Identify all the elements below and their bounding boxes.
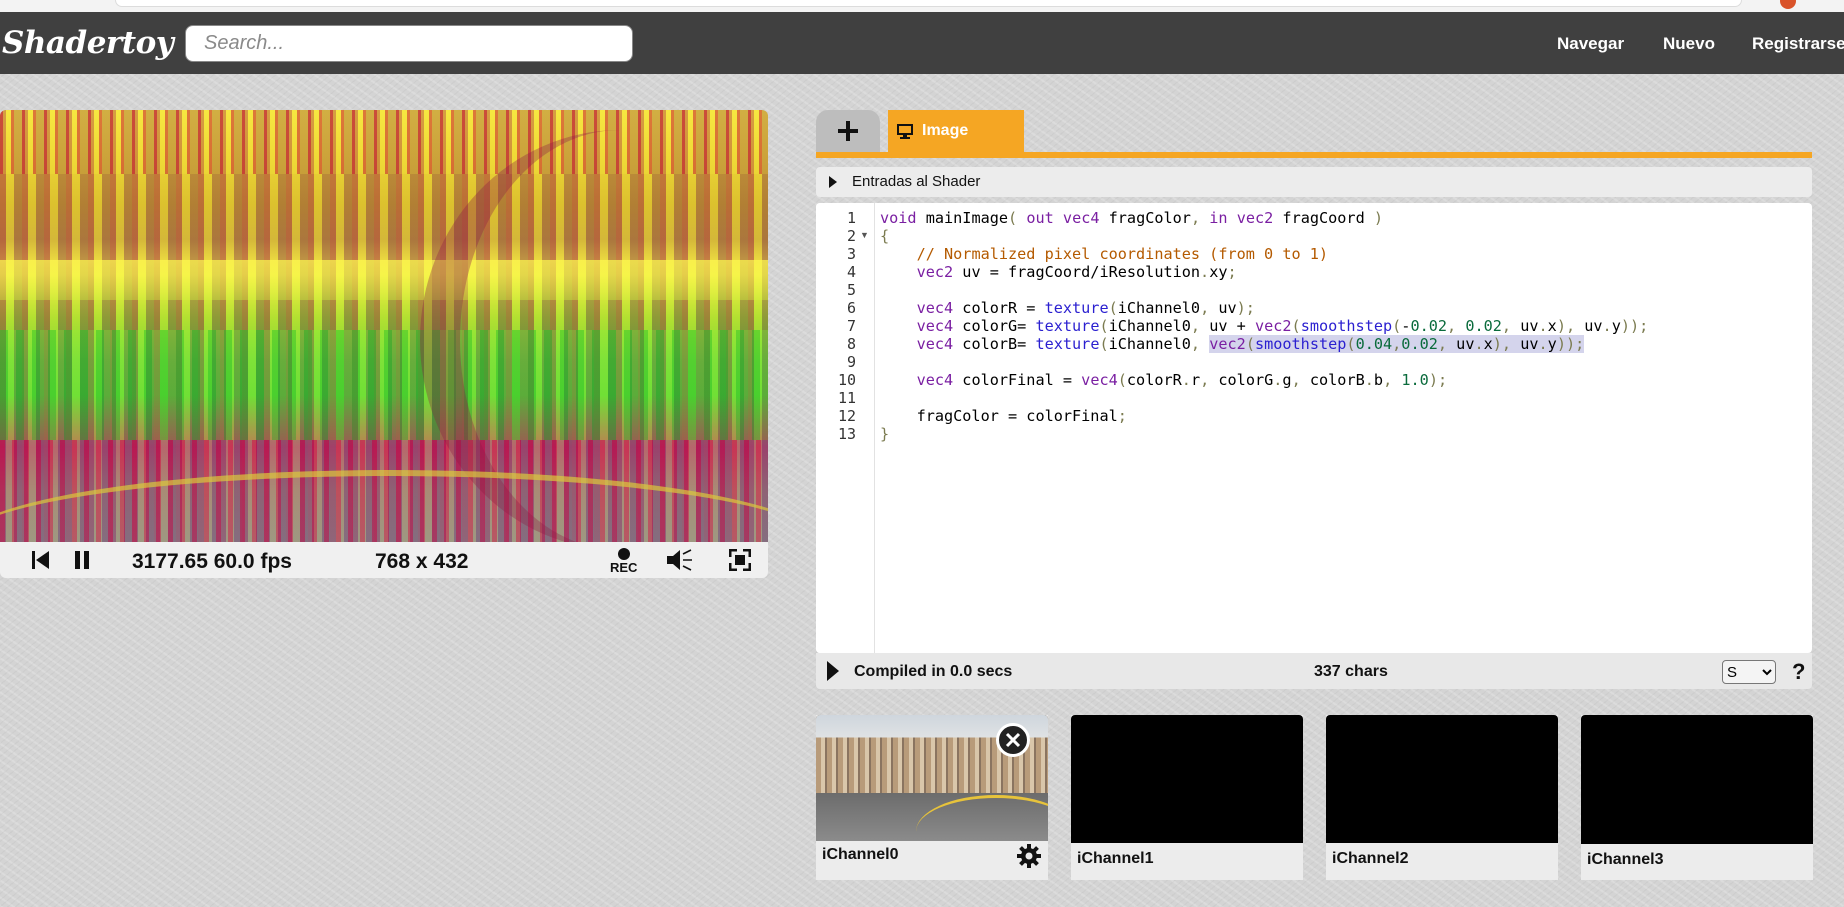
- record-icon: [617, 547, 630, 560]
- ichannel2-slot[interactable]: iChannel2: [1326, 715, 1558, 880]
- nav-nuevo[interactable]: Nuevo: [1663, 34, 1715, 54]
- player-controls: 3177.65 60.0 fps 768 x 432 REC: [0, 542, 768, 578]
- rewind-icon[interactable]: [32, 542, 50, 578]
- ichannel1-slot[interactable]: iChannel1: [1071, 715, 1303, 880]
- line-number: 11: [837, 389, 856, 407]
- line-number: 10: [837, 371, 856, 389]
- time-fps-readout: 3177.65 60.0 fps: [132, 550, 292, 573]
- line-number: 8: [846, 335, 856, 353]
- resolution-readout: 768 x 432: [375, 550, 469, 573]
- code-line: vec4 colorR = texture(iChannel0, uv);: [916, 299, 1255, 317]
- code-editor[interactable]: 1 2 ▼ 3 4 5 6 7 8 9 10 11 12 13 void mai…: [816, 203, 1812, 653]
- ichannel3-slot[interactable]: iChannel3: [1581, 715, 1813, 880]
- close-icon[interactable]: [996, 723, 1030, 757]
- tab-image-label: Image: [922, 122, 969, 139]
- ichannel0-slot[interactable]: iChannel0: [816, 715, 1048, 880]
- line-number: 12: [837, 407, 856, 425]
- ichannel2-label: iChannel2: [1332, 850, 1409, 867]
- gear-icon[interactable]: [1016, 843, 1042, 869]
- line-number: 1: [846, 209, 856, 227]
- code-line: void mainImage( out vec4 fragColor, in v…: [880, 209, 1384, 227]
- tab-underline: [816, 152, 1812, 158]
- code-line: vec4 colorG= texture(iChannel0, uv + vec…: [916, 317, 1649, 335]
- plus-icon: [838, 121, 858, 141]
- search-input[interactable]: [185, 25, 633, 62]
- add-tab-button[interactable]: [816, 110, 880, 152]
- help-button[interactable]: ?: [1792, 659, 1805, 685]
- nav-navegar[interactable]: Navegar: [1557, 34, 1624, 54]
- ichannel3-label: iChannel3: [1587, 851, 1664, 868]
- ichannel1-thumbnail[interactable]: [1071, 715, 1303, 843]
- line-number: 9: [846, 353, 856, 371]
- shader-inputs-label: Entradas al Shader: [852, 173, 981, 190]
- code-line: vec2 uv = fragCoord/iResolution.xy;: [916, 263, 1237, 281]
- line-number: 13: [837, 425, 856, 443]
- fullscreen-icon[interactable]: [729, 542, 751, 578]
- pause-icon[interactable]: [74, 542, 90, 578]
- shader-inputs-toggle[interactable]: Entradas al Shader: [816, 167, 1812, 197]
- ichannel1-label: iChannel1: [1077, 850, 1154, 867]
- font-size-select[interactable]: S: [1722, 660, 1776, 684]
- code-line: // Normalized pixel coordinates (from 0 …: [916, 245, 1329, 263]
- code-text[interactable]: void mainImage( out vec4 fragColor, in v…: [880, 209, 1648, 443]
- line-number: 7: [846, 317, 856, 335]
- browser-bar: [115, 0, 1742, 7]
- line-number: 4: [846, 263, 856, 281]
- line-number: 6: [846, 299, 856, 317]
- volume-icon[interactable]: [665, 542, 693, 578]
- shadertoy-logo[interactable]: Shadertoy: [2, 25, 174, 61]
- triangle-right-icon: [829, 176, 837, 188]
- monitor-icon: [897, 124, 913, 139]
- compile-status-bar: Compiled in 0.0 secs 337 chars S ?: [816, 653, 1812, 689]
- shader-viewer: 3177.65 60.0 fps 768 x 432 REC: [0, 110, 768, 578]
- ichannel0-label: iChannel0: [822, 846, 899, 863]
- profile-dot[interactable]: [1780, 0, 1796, 9]
- code-line: vec4 colorB= texture(iChannel0, vec2(smo…: [916, 335, 1585, 353]
- line-number: 3: [846, 245, 856, 263]
- site-header: Shadertoy Navegar Nuevo Registrarse: [0, 12, 1844, 74]
- code-line: vec4 colorFinal = vec4(colorR.r, colorG.…: [916, 371, 1448, 389]
- ichannel3-thumbnail[interactable]: [1581, 715, 1813, 844]
- code-line: }: [880, 425, 890, 443]
- compile-status: Compiled in 0.0 secs: [854, 663, 1013, 680]
- line-gutter: 1 2 ▼ 3 4 5 6 7 8 9 10 11 12 13: [816, 203, 875, 653]
- code-line: {: [880, 227, 890, 245]
- char-count: 337 chars: [1314, 663, 1388, 680]
- ichannel2-thumbnail[interactable]: [1326, 715, 1558, 843]
- tab-image[interactable]: Image: [888, 110, 1024, 152]
- editor-tabs: Image: [816, 110, 1812, 158]
- browser-top-strip: [0, 0, 1844, 12]
- nav-registrarse[interactable]: Registrarse: [1752, 34, 1844, 54]
- line-number: 2: [846, 227, 856, 245]
- shader-canvas[interactable]: [0, 110, 768, 542]
- record-button[interactable]: REC: [610, 542, 637, 578]
- fold-arrow-icon[interactable]: ▼: [860, 230, 869, 240]
- compile-play-icon[interactable]: [826, 660, 840, 682]
- line-number: 5: [846, 281, 856, 299]
- code-line: fragColor = colorFinal;: [880, 407, 1127, 425]
- rec-label: REC: [610, 559, 638, 575]
